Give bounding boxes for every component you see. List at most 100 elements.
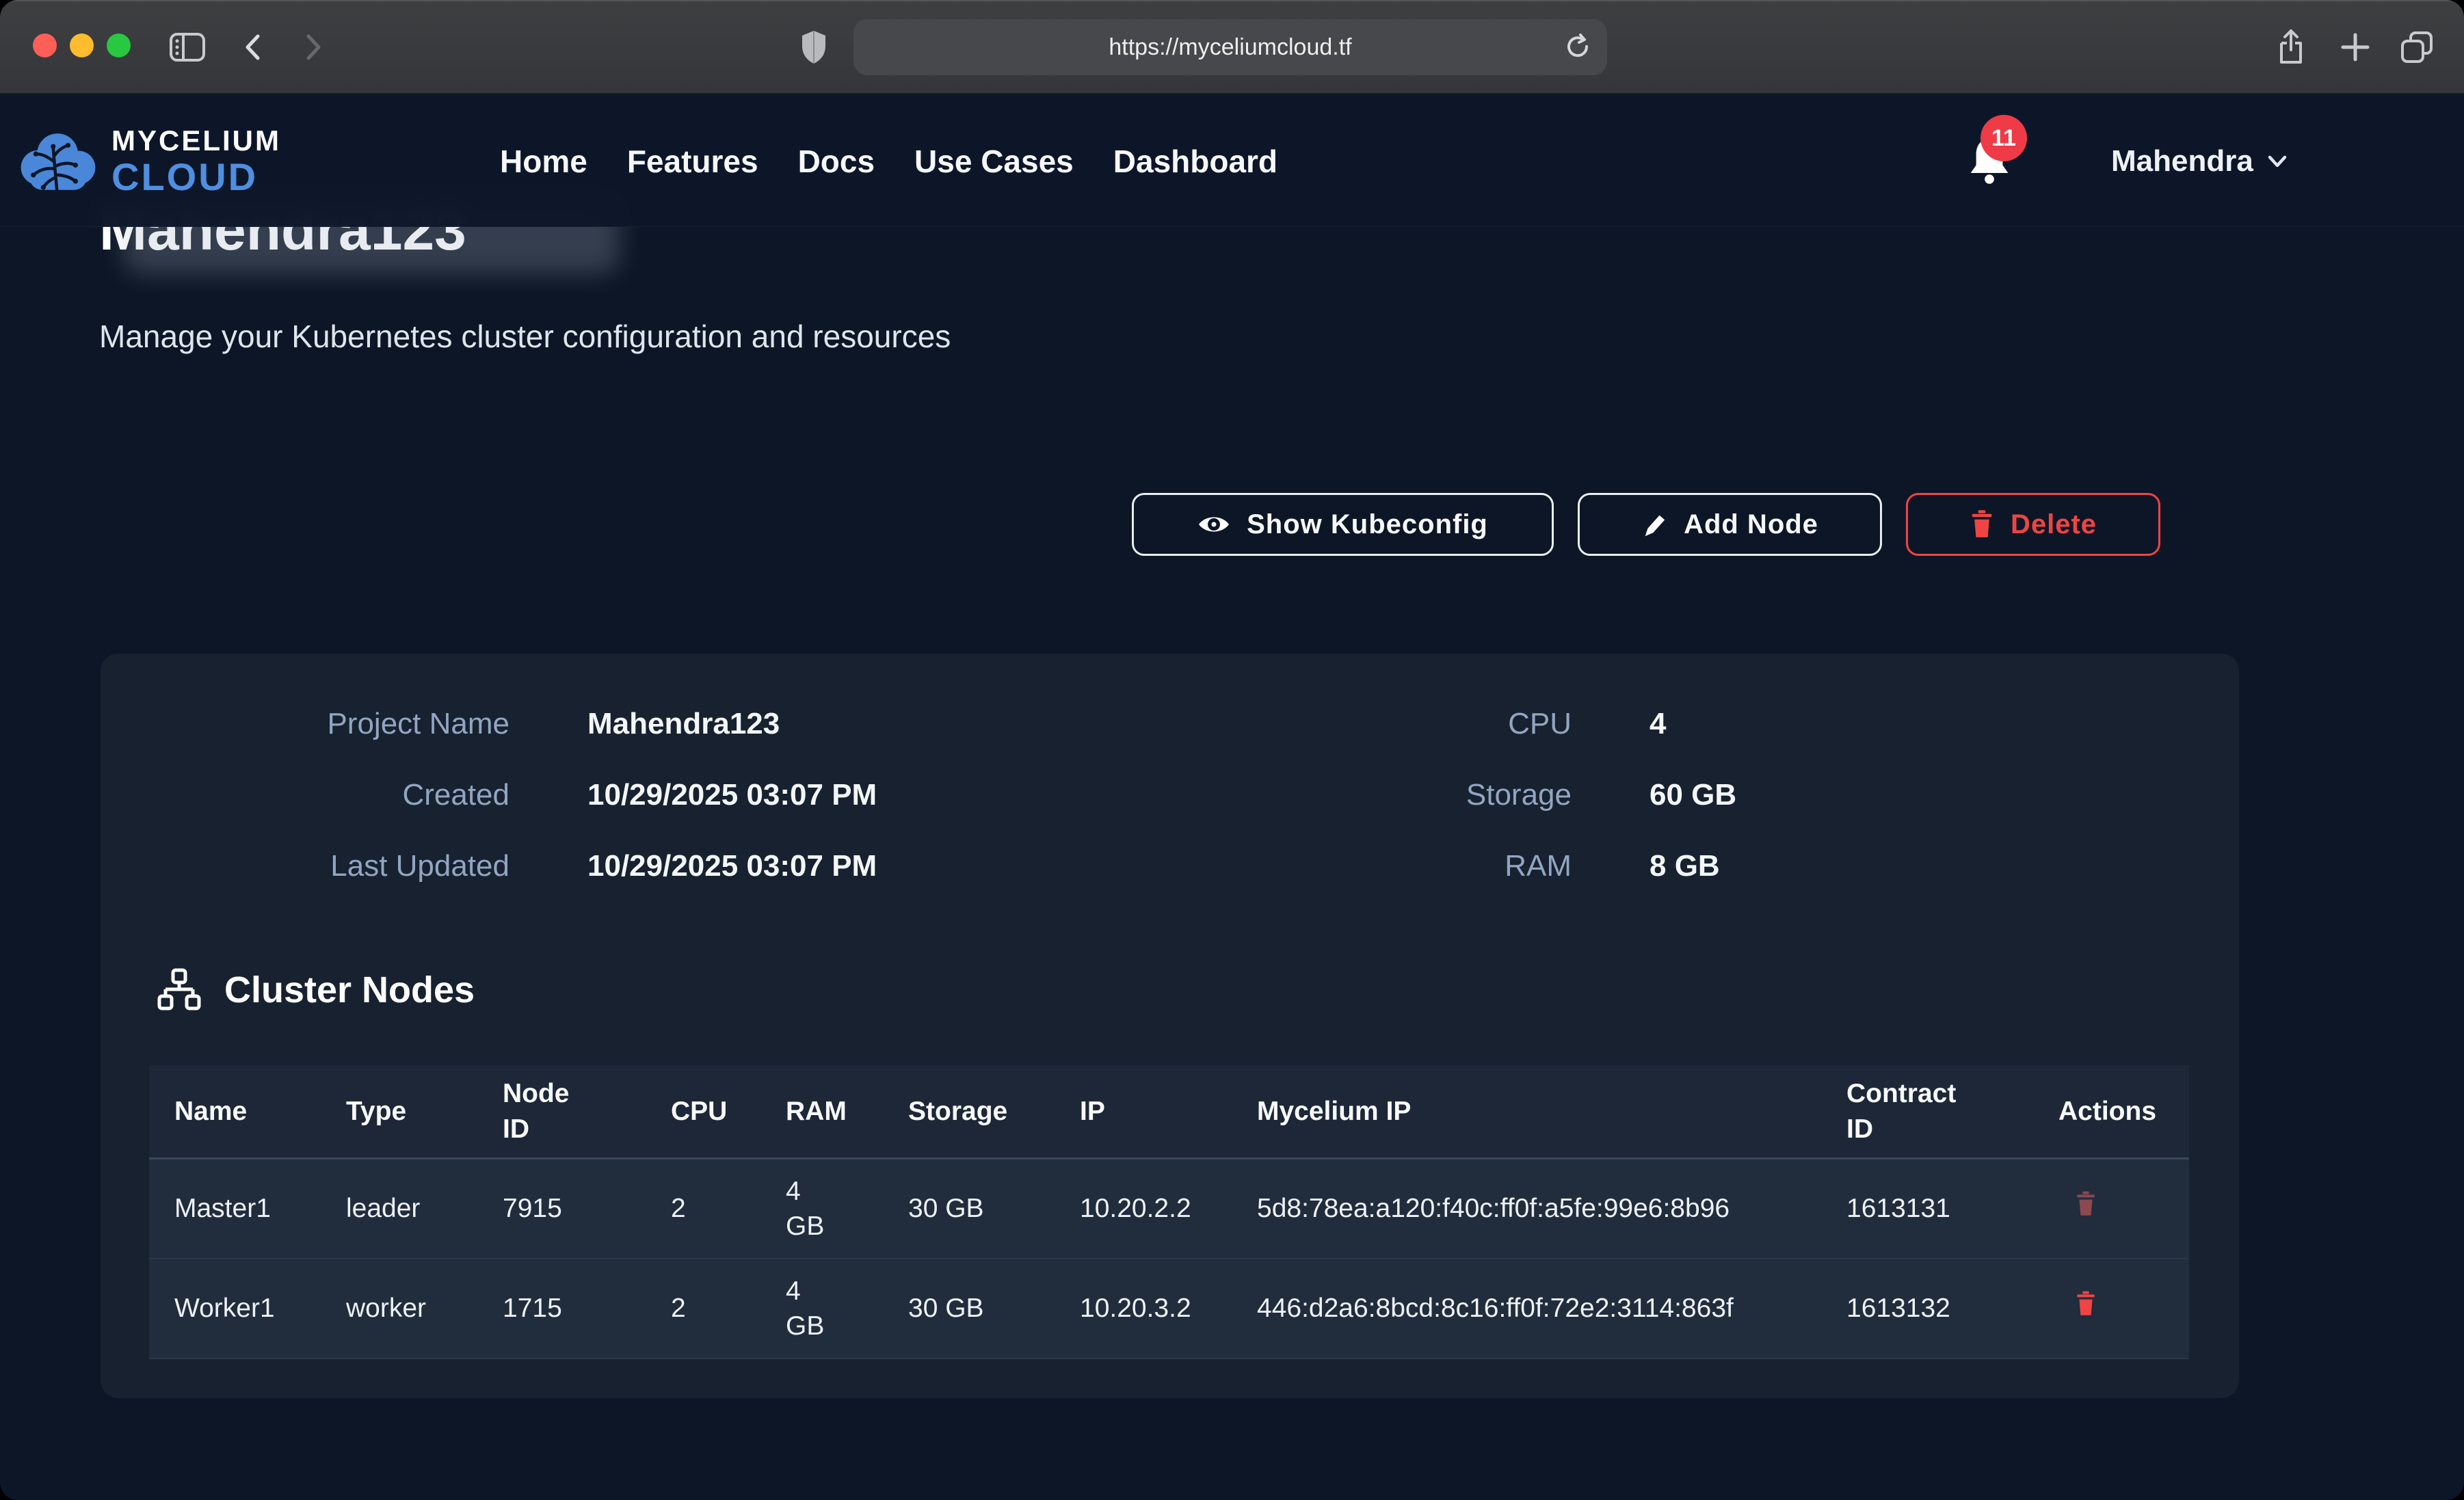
cpu-value: 4 (1650, 707, 1666, 741)
add-node-label: Add Node (1684, 509, 1818, 540)
last-updated-label: Last Updated (101, 849, 509, 883)
cell-ip: 10.20.3.2 (1055, 1291, 1232, 1326)
url-text: https://myceliumcloud.tf (1109, 34, 1351, 61)
privacy-shield-icon[interactable] (793, 0, 834, 94)
created-value: 10/29/2025 03:07 PM (587, 778, 877, 812)
trash-icon (2075, 1191, 2097, 1217)
project-info-left: Project Name Mahendra123 Created 10/29/2… (101, 688, 877, 902)
cluster-info-panel: Project Name Mahendra123 Created 10/29/2… (101, 654, 2239, 1398)
table-row-master1: Master1 leader 7915 2 4 GB 30 GB 10.20.2… (149, 1160, 2189, 1259)
nav-links: Home Features Docs Use Cases Dashboard (500, 96, 1277, 227)
header-contract-id: Contract ID (1821, 1076, 2033, 1147)
brand-logo-text: MYCELIUM CLOUD (111, 126, 281, 196)
brand-logo[interactable]: MYCELIUM CLOUD (18, 126, 281, 196)
nav-item-dashboard[interactable]: Dashboard (1113, 143, 1277, 180)
top-navbar: MYCELIUM CLOUD Home Features Docs Use Ca… (0, 96, 2464, 227)
notification-count-badge: 11 (1981, 115, 2027, 161)
back-button-icon[interactable] (234, 0, 272, 94)
table-row-worker1: Worker1 worker 1715 2 4 GB 30 GB 10.20.3… (149, 1259, 2189, 1359)
cell-cpu: 2 (646, 1291, 760, 1326)
storage-label: Storage (1167, 778, 1572, 812)
show-kubeconfig-label: Show Kubeconfig (1247, 509, 1488, 540)
browser-chrome: https://myceliumcloud.tf (0, 0, 2464, 94)
cell-name: Master1 (149, 1191, 321, 1226)
cell-ram: 4 GB (760, 1274, 883, 1344)
project-name-label: Project Name (101, 707, 509, 741)
created-label: Created (101, 778, 509, 812)
mycelium-cloud-logo-icon (18, 129, 98, 194)
cluster-actions-toolbar: Show Kubeconfig Add Node Delete (1132, 493, 2160, 556)
cell-storage: 30 GB (883, 1291, 1055, 1326)
forward-button-icon[interactable] (294, 0, 332, 94)
cell-actions (2033, 1191, 2189, 1226)
header-type: Type (321, 1094, 477, 1129)
cell-ip: 10.20.2.2 (1055, 1191, 1232, 1226)
cell-contract-id: 1613131 (1821, 1191, 2033, 1226)
table-header-row: Name Type Node ID CPU RAM Storage IP Myc… (149, 1065, 2189, 1160)
nav-item-features[interactable]: Features (627, 143, 758, 180)
cell-actions (2033, 1291, 2189, 1326)
logo-line-cloud: CLOUD (111, 158, 281, 196)
storage-value: 60 GB (1650, 778, 1736, 812)
tab-overview-icon[interactable] (2395, 0, 2439, 94)
cpu-label: CPU (1167, 707, 1572, 741)
pencil-icon (1641, 511, 1667, 537)
cluster-nodes-title: Cluster Nodes (224, 969, 475, 1011)
zoom-window-button[interactable] (107, 34, 131, 57)
cell-storage: 30 GB (883, 1191, 1055, 1226)
cell-node-id: 1715 (477, 1291, 646, 1326)
header-actions: Actions (2033, 1094, 2189, 1129)
show-kubeconfig-button[interactable]: Show Kubeconfig (1132, 493, 1554, 556)
network-nodes-icon (157, 968, 201, 1012)
chevron-down-icon (2267, 154, 2288, 169)
new-tab-icon[interactable] (2333, 0, 2377, 94)
info-row-last-updated: Last Updated 10/29/2025 03:07 PM (101, 831, 877, 902)
traffic-lights (33, 34, 131, 57)
add-node-button[interactable]: Add Node (1578, 493, 1882, 556)
delete-node-button[interactable] (2075, 1291, 2097, 1317)
info-row-cpu: CPU 4 (1167, 688, 1736, 760)
share-icon[interactable] (2269, 0, 2313, 94)
info-row-created: Created 10/29/2025 03:07 PM (101, 760, 877, 831)
info-row-project-name: Project Name Mahendra123 (101, 688, 877, 760)
delete-node-button[interactable] (2075, 1191, 2097, 1217)
eye-icon (1197, 513, 1230, 536)
page-content: Mahendra123 Manage your Kubernetes clust… (0, 96, 2464, 1500)
page-subtitle: Manage your Kubernetes cluster configura… (99, 318, 951, 355)
cell-contract-id: 1613132 (1821, 1291, 2033, 1326)
close-window-button[interactable] (33, 34, 57, 57)
address-bar[interactable]: https://myceliumcloud.tf (853, 19, 1607, 75)
cell-cpu: 2 (646, 1191, 760, 1226)
header-ram: RAM (760, 1094, 883, 1129)
minimize-window-button[interactable] (70, 34, 94, 57)
nav-item-use-cases[interactable]: Use Cases (914, 143, 1074, 180)
notifications-button[interactable]: 11 (1964, 134, 2019, 193)
header-name: Name (149, 1094, 321, 1129)
cell-mycelium-ip: 5d8:78ea:a120:f40c:ff0f:a5fe:99e6:8b96 (1232, 1191, 1821, 1226)
cell-type: leader (321, 1191, 477, 1226)
sidebar-toggle-icon[interactable] (167, 0, 208, 94)
header-ip: IP (1055, 1094, 1232, 1129)
cluster-nodes-heading: Cluster Nodes (157, 968, 475, 1012)
delete-cluster-button[interactable]: Delete (1906, 493, 2160, 556)
header-mycelium-ip: Mycelium IP (1232, 1094, 1821, 1129)
nav-item-docs[interactable]: Docs (798, 143, 875, 180)
nav-item-home[interactable]: Home (500, 143, 587, 180)
delete-label: Delete (2011, 509, 2097, 540)
project-name-value: Mahendra123 (587, 707, 780, 741)
project-info-right: CPU 4 Storage 60 GB RAM 8 GB (1167, 688, 1736, 902)
header-cpu: CPU (646, 1094, 760, 1129)
cell-mycelium-ip: 446:d2a6:8bcd:8c16:ff0f:72e2:3114:863f (1232, 1291, 1821, 1326)
refresh-icon[interactable] (1562, 31, 1593, 62)
cell-ram: 4 GB (760, 1174, 883, 1244)
ram-label: RAM (1167, 849, 1572, 883)
logo-line-mycelium: MYCELIUM (111, 126, 281, 155)
header-storage: Storage (883, 1094, 1055, 1129)
cell-type: worker (321, 1291, 477, 1326)
last-updated-value: 10/29/2025 03:07 PM (587, 849, 877, 883)
browser-window: https://myceliumcloud.tf Mahendra123 Man… (0, 0, 2464, 1500)
trash-icon (2075, 1291, 2097, 1317)
info-row-ram: RAM 8 GB (1167, 831, 1736, 902)
header-node-id: Node ID (477, 1076, 646, 1147)
user-menu[interactable]: Mahendra (2111, 96, 2288, 227)
